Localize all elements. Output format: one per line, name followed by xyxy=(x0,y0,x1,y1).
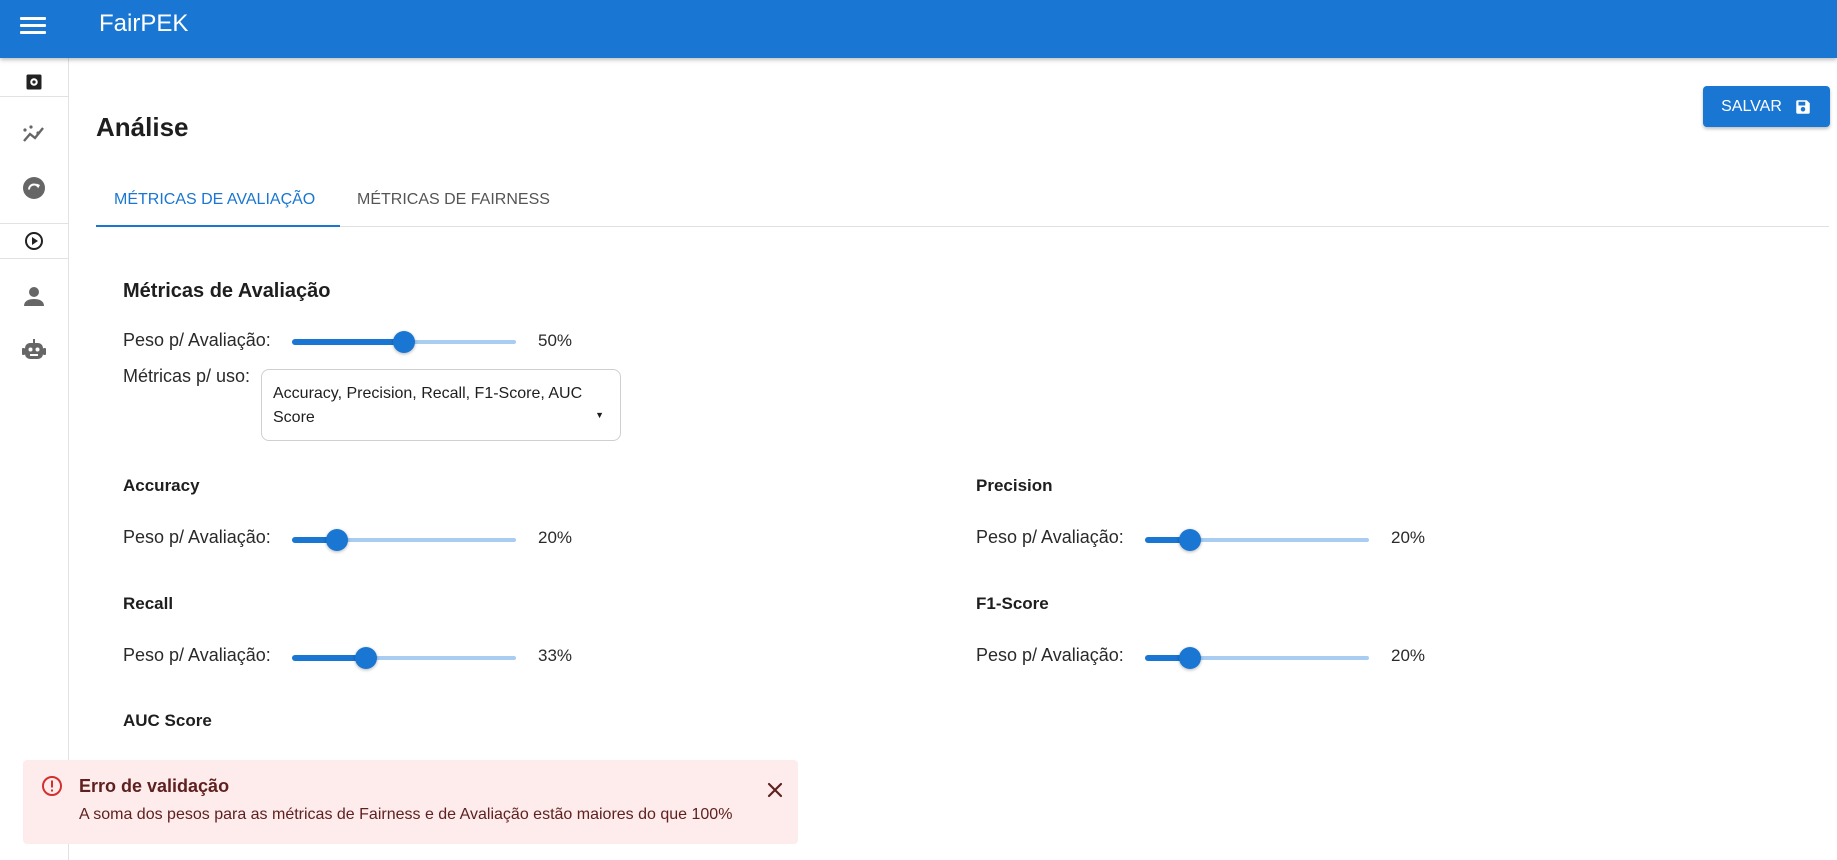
weight-label: Peso p/ Avaliação: xyxy=(123,330,271,350)
metric-title-accuracy: Accuracy xyxy=(123,476,200,495)
weight-label: Peso p/ Avaliação: xyxy=(123,645,271,665)
play-circle-icon xyxy=(25,232,43,250)
tab-indicator xyxy=(96,225,340,227)
trend-chart-icon xyxy=(23,125,44,142)
sidebar-divider xyxy=(0,223,68,224)
alert-message: A soma dos pesos para as métricas de Fai… xyxy=(79,806,733,823)
metric-title-f1-score: F1-Score xyxy=(976,594,1049,613)
precision-weight-value: 20% xyxy=(1391,528,1426,547)
robot-icon xyxy=(22,339,46,359)
accuracy-weight-value: 20% xyxy=(538,528,573,547)
app-bar: FairPEK xyxy=(0,0,1837,58)
sidebar-divider xyxy=(0,258,68,259)
accuracy-weight-slider[interactable] xyxy=(292,529,516,551)
f1-score-weight-slider[interactable] xyxy=(1145,647,1369,669)
refresh-circle-icon xyxy=(23,177,45,199)
dropdown-arrow-icon: ▼ xyxy=(595,410,604,420)
sidebar-item-bot[interactable] xyxy=(0,334,68,366)
metric-title-precision: Precision xyxy=(976,476,1053,495)
metrics-label: Métricas p/ uso: xyxy=(123,366,251,386)
tab-metricas-avaliacao[interactable]: MÉTRICAS DE AVALIAÇÃO xyxy=(114,173,315,226)
menu-icon[interactable] xyxy=(20,13,46,39)
metric-title-recall: Recall xyxy=(123,594,174,613)
weight-label: Peso p/ Avaliação: xyxy=(123,527,271,547)
save-icon xyxy=(1796,99,1810,114)
page-title: Análise xyxy=(96,112,189,142)
sidebar-item-trend[interactable] xyxy=(0,118,68,150)
sidebar-item-refresh[interactable] xyxy=(0,172,68,204)
recall-weight-slider[interactable] xyxy=(292,647,516,669)
section-title: Métricas de Avaliação xyxy=(123,280,331,302)
alert-title: Erro de validação xyxy=(79,776,230,796)
sidebar-divider xyxy=(0,96,68,97)
metrics-select[interactable]: Accuracy, Precision, Recall, F1-Score, A… xyxy=(261,369,621,441)
f1-score-weight-value: 20% xyxy=(1391,646,1426,665)
settings-box-icon xyxy=(26,74,42,90)
tab-bar: MÉTRICAS DE AVALIAÇÃO MÉTRICAS DE FAIRNE… xyxy=(96,173,1829,227)
app-title: FairPEK xyxy=(99,10,189,37)
sidebar-item-settings[interactable] xyxy=(0,68,68,96)
weight-slider[interactable] xyxy=(292,331,516,353)
sidebar-item-user[interactable] xyxy=(0,280,68,312)
person-icon xyxy=(24,287,44,306)
sidebar-item-run[interactable] xyxy=(0,226,68,256)
save-button[interactable]: SALVAR xyxy=(1703,86,1830,127)
weight-label: Peso p/ Avaliação: xyxy=(976,645,1124,665)
validation-error-alert: Erro de validação A soma dos pesos para … xyxy=(23,760,798,844)
sidebar xyxy=(0,58,69,860)
weight-value: 50% xyxy=(538,331,573,350)
error-outline-icon xyxy=(42,776,62,796)
weight-label: Peso p/ Avaliação: xyxy=(976,527,1124,547)
recall-weight-value: 33% xyxy=(538,646,573,665)
metrics-select-value: Accuracy, Precision, Recall, F1-Score, A… xyxy=(273,385,583,426)
tab-metricas-fairness[interactable]: MÉTRICAS DE FAIRNESS xyxy=(357,173,550,226)
save-button-label: SALVAR xyxy=(1721,97,1782,115)
close-icon[interactable] xyxy=(763,778,787,802)
precision-weight-slider[interactable] xyxy=(1145,529,1369,551)
metric-title-auc-score: AUC Score xyxy=(123,711,212,730)
